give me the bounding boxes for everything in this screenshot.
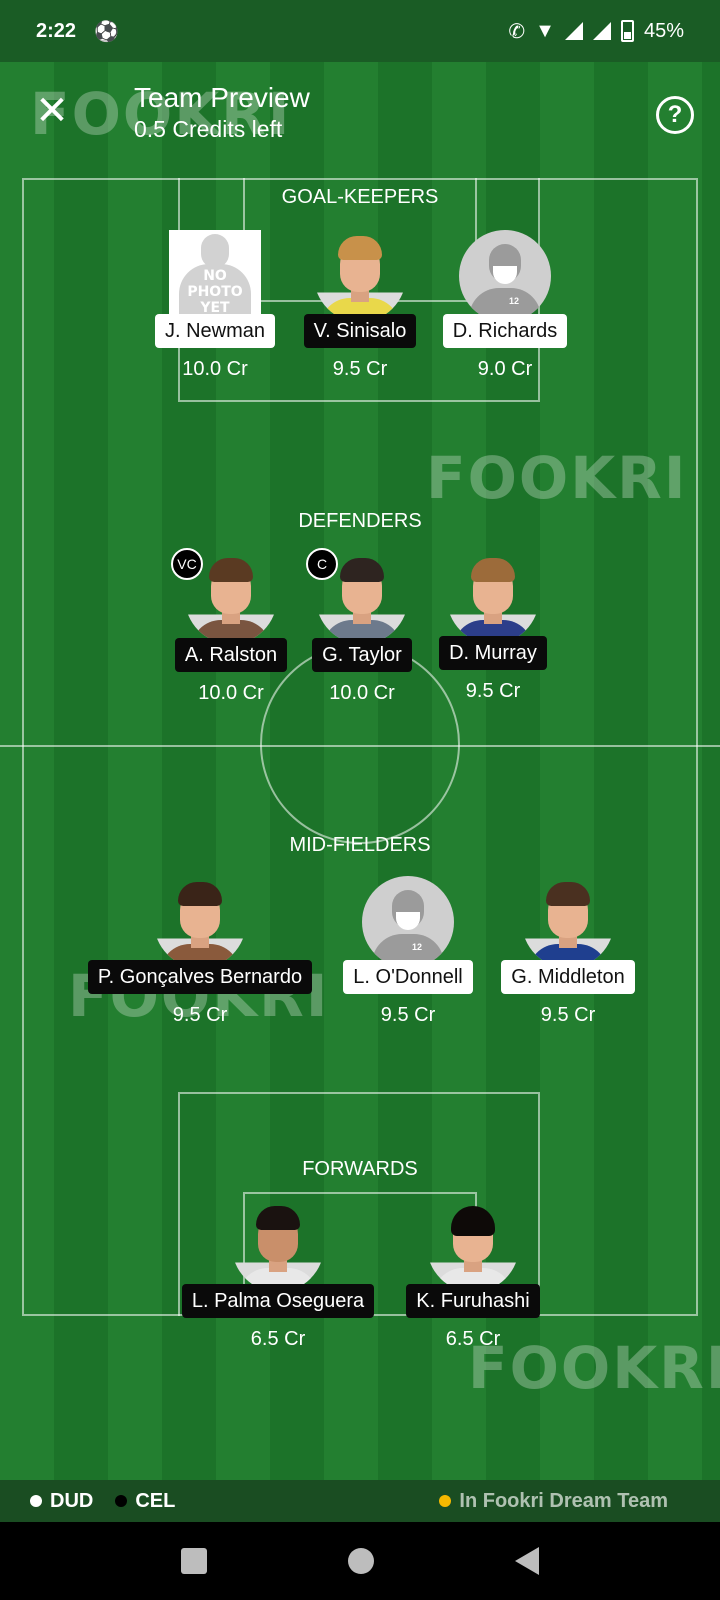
section-title-forwards: FORWARDS <box>302 1158 418 1180</box>
back-button[interactable] <box>515 1547 540 1575</box>
player-credit: 9.5 Cr <box>465 680 521 702</box>
player-name: L. O'Donnell <box>343 960 473 994</box>
legend-cel-label: CEL <box>135 1489 176 1512</box>
status-time: 2:22 <box>36 19 77 42</box>
player-card-fwd2[interactable]: K. Furuhashi 6.5 Cr <box>383 1200 563 1351</box>
player-photo <box>427 1200 519 1292</box>
legend-dud: DUD <box>30 1490 93 1513</box>
player-card-mid2[interactable]: 12 L. O'Donnell 9.5 Cr <box>318 876 498 1027</box>
player-photo <box>232 1200 324 1292</box>
player-name: G. Taylor <box>312 638 412 672</box>
battery-icon <box>620 20 634 42</box>
player-photo <box>522 876 614 968</box>
recents-button[interactable] <box>180 1548 207 1574</box>
player-photo <box>314 230 406 322</box>
player-photo-placeholder: 12 <box>459 230 551 322</box>
vice-captain-badge: VC <box>171 548 203 580</box>
cel-dot-icon <box>115 1495 128 1507</box>
battery-percent: 45% <box>643 19 684 42</box>
player-name: P. Gonçalves Bernardo <box>87 960 313 994</box>
status-bar: 2:22 ⚽ ✆ ▼ 45% <box>0 0 720 62</box>
legend-dream-team: In Fookri Dream Team <box>439 1490 668 1513</box>
help-button[interactable]: ? <box>656 96 694 134</box>
player-name: V. Sinisalo <box>303 314 417 348</box>
player-name: G. Middleton <box>501 960 635 994</box>
player-name: J. Newman <box>154 314 276 348</box>
player-credit: 6.5 Cr <box>250 1328 306 1350</box>
dream-team-dot-icon <box>439 1495 452 1507</box>
credits-left: 0.5 Credits left <box>134 116 283 142</box>
player-credit: 9.5 Cr <box>172 1004 228 1026</box>
player-photo <box>447 552 539 644</box>
legend-dud-label: DUD <box>50 1489 94 1512</box>
legend-bar: DUD CEL In Fookri Dream Team <box>0 1480 720 1522</box>
no-photo-text: NO <box>203 268 227 284</box>
captain-badge: C <box>306 548 338 580</box>
player-name: L. Palma Oseguera <box>181 1284 375 1318</box>
status-icons: ✆ ▼ 45% <box>508 19 684 44</box>
player-name: A. Ralston <box>174 638 288 672</box>
help-icon: ? <box>667 101 683 128</box>
section-title-defenders: DEFENDERS <box>298 510 422 532</box>
player-name: K. Furuhashi <box>406 1284 540 1318</box>
section-title-goalkeepers: GOAL-KEEPERS <box>281 186 439 208</box>
player-credit: 9.0 Cr <box>477 358 533 380</box>
player-name: D. Richards <box>442 314 568 348</box>
wifi-icon: ▼ <box>535 19 555 42</box>
page-title: Team Preview <box>134 82 310 113</box>
legend-cel: CEL <box>115 1490 175 1513</box>
player-card-mid1[interactable]: P. Gonçalves Bernardo 9.5 Cr <box>60 876 340 1027</box>
player-credit: 9.5 Cr <box>540 1004 596 1026</box>
player-card-mid3[interactable]: G. Middleton 9.5 Cr <box>478 876 658 1027</box>
dud-dot-icon <box>30 1495 42 1507</box>
home-button[interactable] <box>347 1548 374 1574</box>
player-credit: 9.5 Cr <box>380 1004 436 1026</box>
player-name: D. Murray <box>439 636 547 670</box>
wifi-call-icon: ✆ <box>508 20 526 43</box>
system-nav-bar <box>0 1522 720 1600</box>
player-credit: 6.5 Cr <box>445 1328 501 1350</box>
close-button[interactable]: ✕ <box>34 91 70 131</box>
signal-icon <box>564 22 583 40</box>
no-photo-text: PHOTO <box>187 284 243 300</box>
close-icon: ✕ <box>35 89 69 133</box>
section-title-midfielders: MID-FIELDERS <box>289 834 431 856</box>
no-photo-placeholder: NO PHOTO YET <box>169 230 261 322</box>
legend-dream-label: In Fookri Dream Team <box>459 1489 668 1512</box>
player-card-def3[interactable]: D. Murray 9.5 Cr <box>403 552 583 703</box>
player-photo <box>154 876 246 968</box>
header-title-block: Team Preview 0.5 Credits left <box>134 82 310 143</box>
watermark: FOOKRI <box>426 444 688 512</box>
soccer-ball-icon: ⚽ <box>94 20 119 43</box>
player-photo-placeholder: 12 <box>362 876 454 968</box>
player-card-gk3[interactable]: 12 D. Richards 9.0 Cr <box>415 230 595 381</box>
player-card-fwd1[interactable]: L. Palma Oseguera 6.5 Cr <box>168 1200 388 1351</box>
signal-icon <box>592 22 611 40</box>
